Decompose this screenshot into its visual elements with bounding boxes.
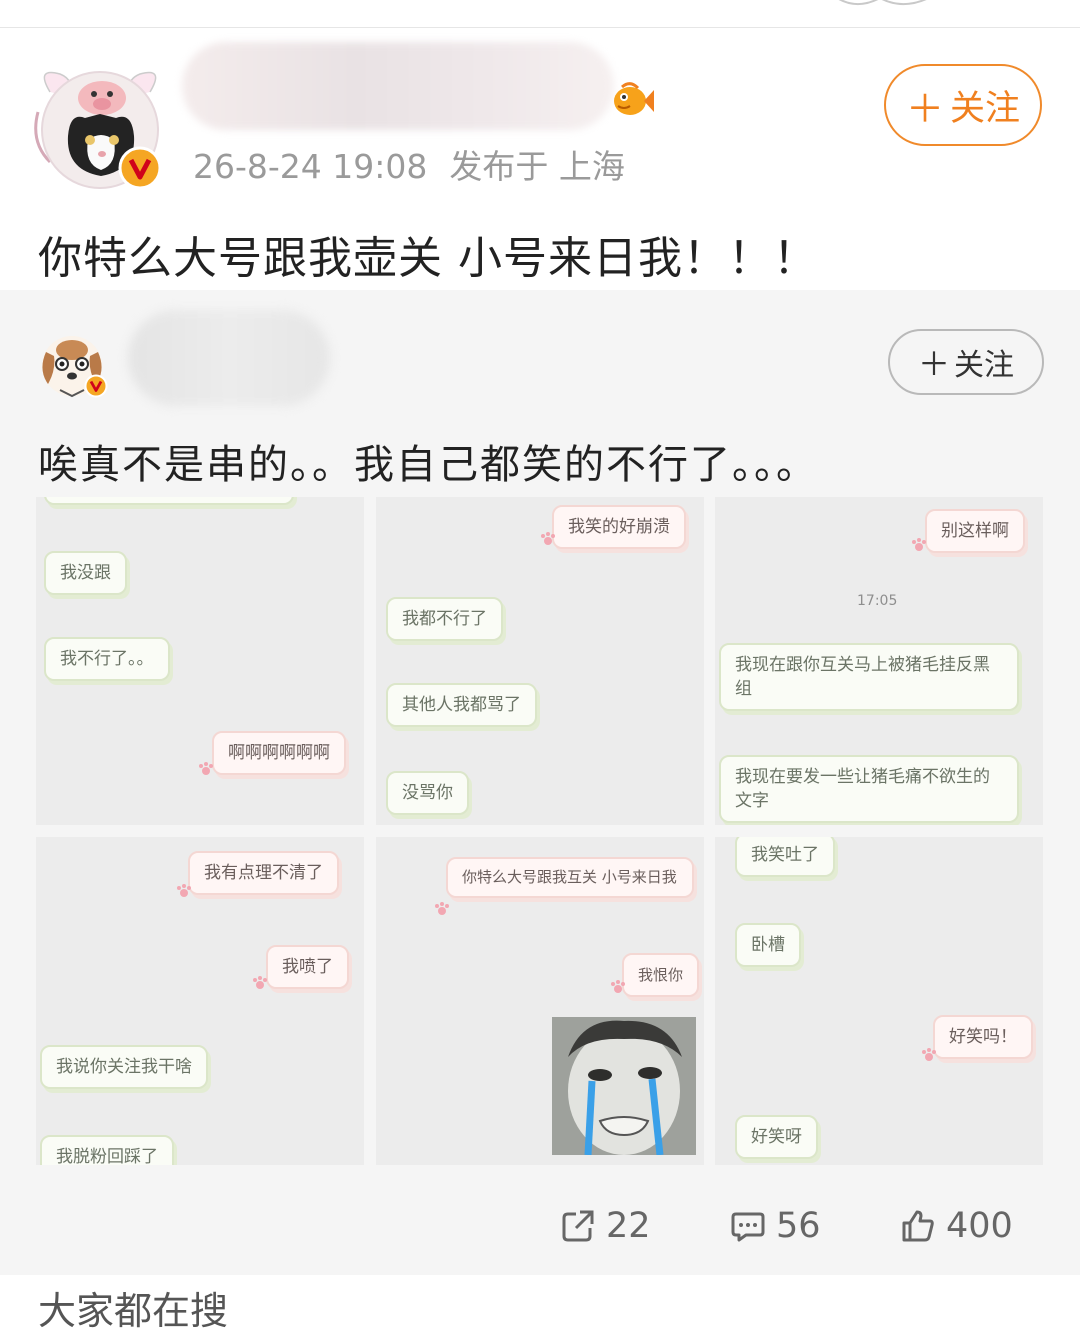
- repost-follow-label: 关注: [954, 348, 1014, 383]
- chat-bubble: 我笑的好崩溃: [552, 505, 686, 549]
- like-button[interactable]: 400: [900, 1206, 1013, 1246]
- chat-bubble: 我喷了: [266, 945, 349, 989]
- follow-button[interactable]: ＋ 关注: [884, 64, 1042, 146]
- image-2[interactable]: 我笑的好崩溃 我都不行了 其他人我都骂了 没骂你: [376, 497, 704, 825]
- chat-bubble: 我说你关注我干啥: [40, 1045, 208, 1089]
- repost-button[interactable]: 22: [560, 1206, 651, 1246]
- chat-bubble: 我笑吐了: [735, 837, 835, 877]
- comment-button[interactable]: 56: [730, 1206, 821, 1246]
- paw-icon: [435, 902, 449, 915]
- paw-icon: [199, 762, 213, 775]
- chat-bubble: 好笑呀: [735, 1115, 818, 1159]
- repost-count: 22: [606, 1206, 651, 1246]
- author-name-redacted[interactable]: [182, 42, 614, 130]
- action-bar: 22 56 400: [0, 1200, 1080, 1260]
- chat-bubble: 别这样啊: [925, 509, 1025, 553]
- post-content: 你特么大号跟我壶关 小号来日我！！！: [38, 233, 818, 284]
- repost-author-name-redacted[interactable]: [128, 310, 330, 406]
- chat-bubble: 我现在要发一些让猪毛痛不欲生的文字: [719, 755, 1019, 823]
- chat-bubble: 其他人我都骂了: [386, 683, 537, 727]
- top-strip: [0, 0, 1080, 28]
- like-count: 400: [946, 1206, 1013, 1246]
- chat-bubble: 我有点理不清了: [188, 851, 339, 895]
- comment-count: 56: [776, 1206, 821, 1246]
- chat-bubble: 我恨你: [622, 953, 700, 997]
- verified-icon: [84, 374, 108, 398]
- chat-bubble: 我都不行了: [386, 597, 503, 641]
- plus-icon: ＋: [917, 345, 950, 383]
- trending-section-title: 大家都在搜: [38, 1289, 229, 1333]
- image-5[interactable]: 你特么大号跟我互关 小号来日我 我恨你: [376, 837, 704, 1165]
- chat-bubble: 好笑吗！: [933, 1015, 1033, 1059]
- author-avatar[interactable]: [30, 52, 170, 192]
- crying-face-sticker: [552, 1017, 696, 1155]
- chat-bubble: 卧槽: [735, 923, 801, 967]
- paw-icon: [922, 1048, 936, 1061]
- paw-icon: [912, 538, 926, 551]
- post-timestamp: 26-8-24 19:08: [193, 147, 428, 186]
- paw-icon: [177, 884, 191, 897]
- fish-badge-icon: [614, 82, 654, 115]
- decoration-icon: [838, 0, 927, 5]
- repost-follow-button[interactable]: ＋ 关注: [888, 329, 1044, 395]
- comment-icon: [731, 1212, 765, 1242]
- chat-bubble: 我脱粉回踩了: [40, 1135, 174, 1165]
- image-3[interactable]: 别这样啊 17:05 我现在跟你互关马上被猪毛挂反黑组 我现在要发一些让猪毛痛不…: [715, 497, 1043, 825]
- image-1[interactable]: 我没跟 我不行了。。 啊啊啊啊啊啊: [36, 497, 364, 825]
- like-icon: [902, 1210, 934, 1242]
- plus-icon: ＋: [905, 86, 944, 131]
- repost-author-avatar[interactable]: [34, 330, 112, 400]
- verified-icon: [118, 146, 162, 190]
- paw-icon: [541, 532, 555, 545]
- chat-timestamp: 17:05: [857, 593, 898, 609]
- post-location: 发布于 上海: [449, 147, 625, 186]
- chat-bubble: 没骂你: [386, 771, 469, 815]
- chat-bubble-cropped: [44, 497, 294, 505]
- repost-content: 唉真不是串的。。我自己都笑的不行了。。。: [38, 442, 818, 488]
- image-6[interactable]: 我笑吐了 卧槽 好笑吗！ 好笑呀: [715, 837, 1043, 1165]
- chat-bubble: 啊啊啊啊啊啊: [212, 731, 346, 775]
- chat-bubble: 我现在跟你互关马上被猪毛挂反黑组: [719, 643, 1019, 711]
- follow-label: 关注: [950, 88, 1021, 129]
- image-4[interactable]: 我有点理不清了 我喷了 我说你关注我干啥 我脱粉回踩了: [36, 837, 364, 1165]
- paw-icon: [253, 976, 267, 989]
- repost-icon: [562, 1210, 594, 1242]
- chat-bubble: 我不行了。。: [44, 637, 170, 681]
- paw-icon: [611, 980, 625, 993]
- chat-bubble: 你特么大号跟我互关 小号来日我: [446, 857, 694, 898]
- chat-bubble: 我没跟: [44, 551, 127, 595]
- post-meta: 26-8-24 19:08 发布于 上海: [193, 140, 647, 188]
